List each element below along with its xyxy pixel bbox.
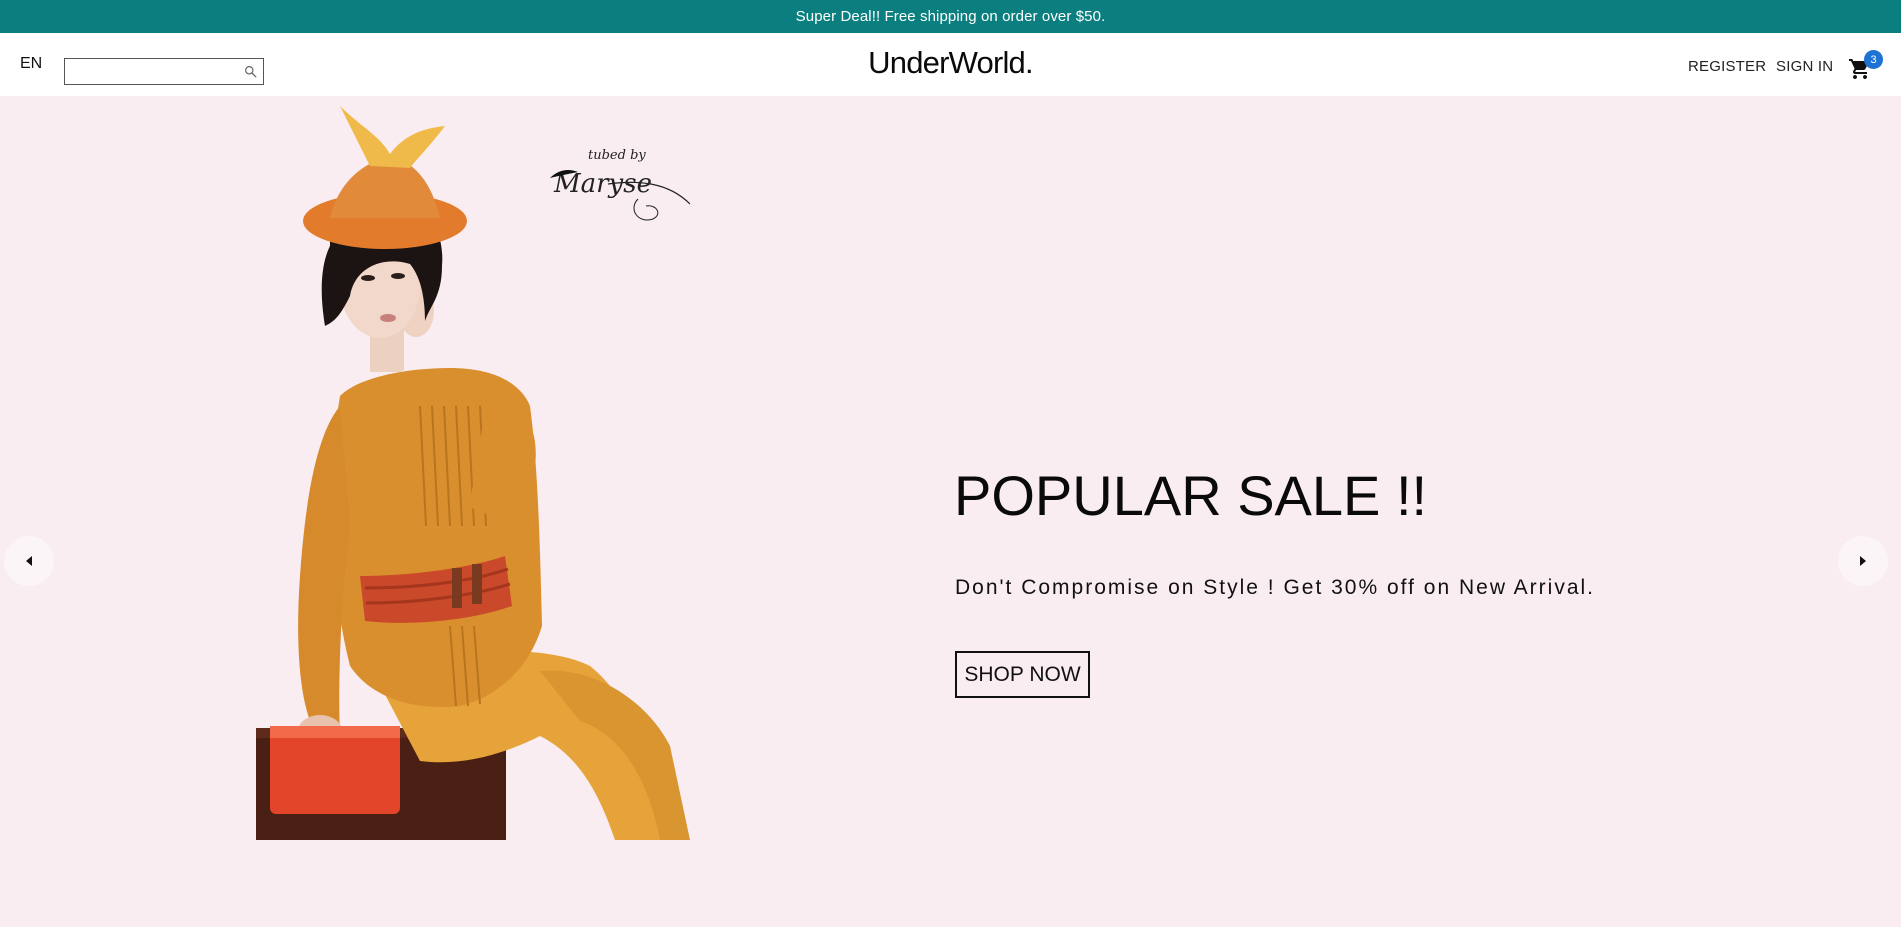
maryse-signature-watermark: tubed by Maryse	[550, 148, 691, 221]
language-selector[interactable]: EN	[20, 55, 42, 73]
announcement-text: Super Deal!! Free shipping on order over…	[795, 8, 1106, 25]
site-header: EN UnderWorld. REGISTER SIGN IN 3	[0, 33, 1901, 96]
site-logo-wrapper: UnderWorld.	[0, 45, 1901, 81]
register-link[interactable]: REGISTER	[1688, 58, 1766, 75]
search-icon[interactable]	[244, 65, 257, 78]
hero-banner: tubed by Maryse POPULAR SALE !! Don't Co…	[0, 96, 1901, 927]
cart-count-badge: 3	[1864, 50, 1883, 69]
signin-link[interactable]: SIGN IN	[1776, 58, 1833, 75]
chevron-left-icon	[26, 556, 32, 566]
carousel-next-button[interactable]	[1838, 536, 1888, 586]
chevron-right-icon	[1860, 556, 1866, 566]
search-input[interactable]	[65, 59, 235, 84]
announcement-bar: Super Deal!! Free shipping on order over…	[0, 0, 1901, 33]
signature-top-text: tubed by	[588, 148, 646, 163]
shop-now-button[interactable]: SHOP NOW	[955, 651, 1090, 698]
site-logo[interactable]: UnderWorld.	[868, 45, 1033, 80]
hero-title: POPULAR SALE !!	[954, 464, 1428, 527]
hero-subtitle: Don't Compromise on Style ! Get 30% off …	[955, 576, 1596, 599]
search-field[interactable]	[64, 58, 264, 85]
carousel-prev-button[interactable]	[4, 536, 54, 586]
